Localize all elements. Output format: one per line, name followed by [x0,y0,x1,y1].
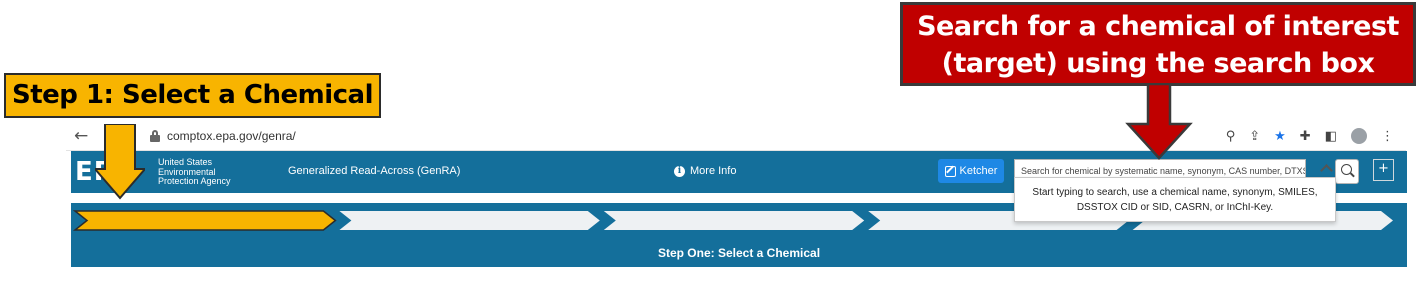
extensions-icon[interactable]: ✚ [1300,129,1311,144]
side-panel-icon[interactable]: ◧ [1325,129,1337,144]
search-callout-line2: (target) using the search box [941,48,1375,79]
lock-icon [150,130,160,142]
step-arrow [95,124,145,200]
step-callout: Step 1: Select a Chemical [4,73,381,118]
dropdown-hint-line1: Start typing to search, use a chemical n… [1032,187,1318,198]
search-suggestion-dropdown: Start typing to search, use a chemical n… [1014,177,1336,222]
browser-toolbar: ← comptox.epa.gov/genra/ ⚲ ⇪ ★ ✚ ◧ ⋮ [66,122,1406,151]
dropdown-hint-line2: DSSTOX CID or SID, CASRN, or InChI-Key. [1076,202,1274,213]
step-chevron-3[interactable] [603,211,865,230]
menu-dots-icon[interactable]: ⋮ [1381,129,1394,144]
search-callout: Search for a chemical of interest (targe… [900,2,1416,86]
search-icon [1341,164,1352,175]
step-chevron-2[interactable] [339,211,600,230]
agency-name: United States Environmental Protection A… [158,157,231,186]
search-arrow [1125,84,1193,160]
share-icon[interactable]: ⇪ [1249,129,1260,144]
edit-icon [944,165,956,177]
profile-avatar[interactable] [1351,128,1367,144]
back-button[interactable]: ← [74,122,88,150]
browser-actions: ⚲ ⇪ ★ ✚ ◧ ⋮ [1226,122,1394,150]
step-title: Step One: Select a Chemical [657,246,821,260]
search-button[interactable] [1335,159,1359,184]
ketcher-button[interactable]: Ketcher [938,159,1004,183]
address-bar[interactable]: comptox.epa.gov/genra/ [150,122,296,150]
expand-button[interactable]: + [1373,159,1394,181]
url-text[interactable]: comptox.epa.gov/genra/ [167,129,296,143]
info-icon: i [674,165,685,177]
ketcher-label: Ketcher [959,165,998,177]
zoom-icon[interactable]: ⚲ [1226,129,1236,144]
chevron-up-icon[interactable] [1320,164,1333,177]
step-chevron-1[interactable] [72,210,337,231]
search-callout-line1: Search for a chemical of interest [917,11,1399,42]
app-title[interactable]: Generalized Read-Across (GenRA) [288,165,460,177]
bookmark-star-icon[interactable]: ★ [1274,129,1286,144]
more-info-label: More Info [690,165,737,177]
more-info-link[interactable]: i More Info [674,165,736,177]
